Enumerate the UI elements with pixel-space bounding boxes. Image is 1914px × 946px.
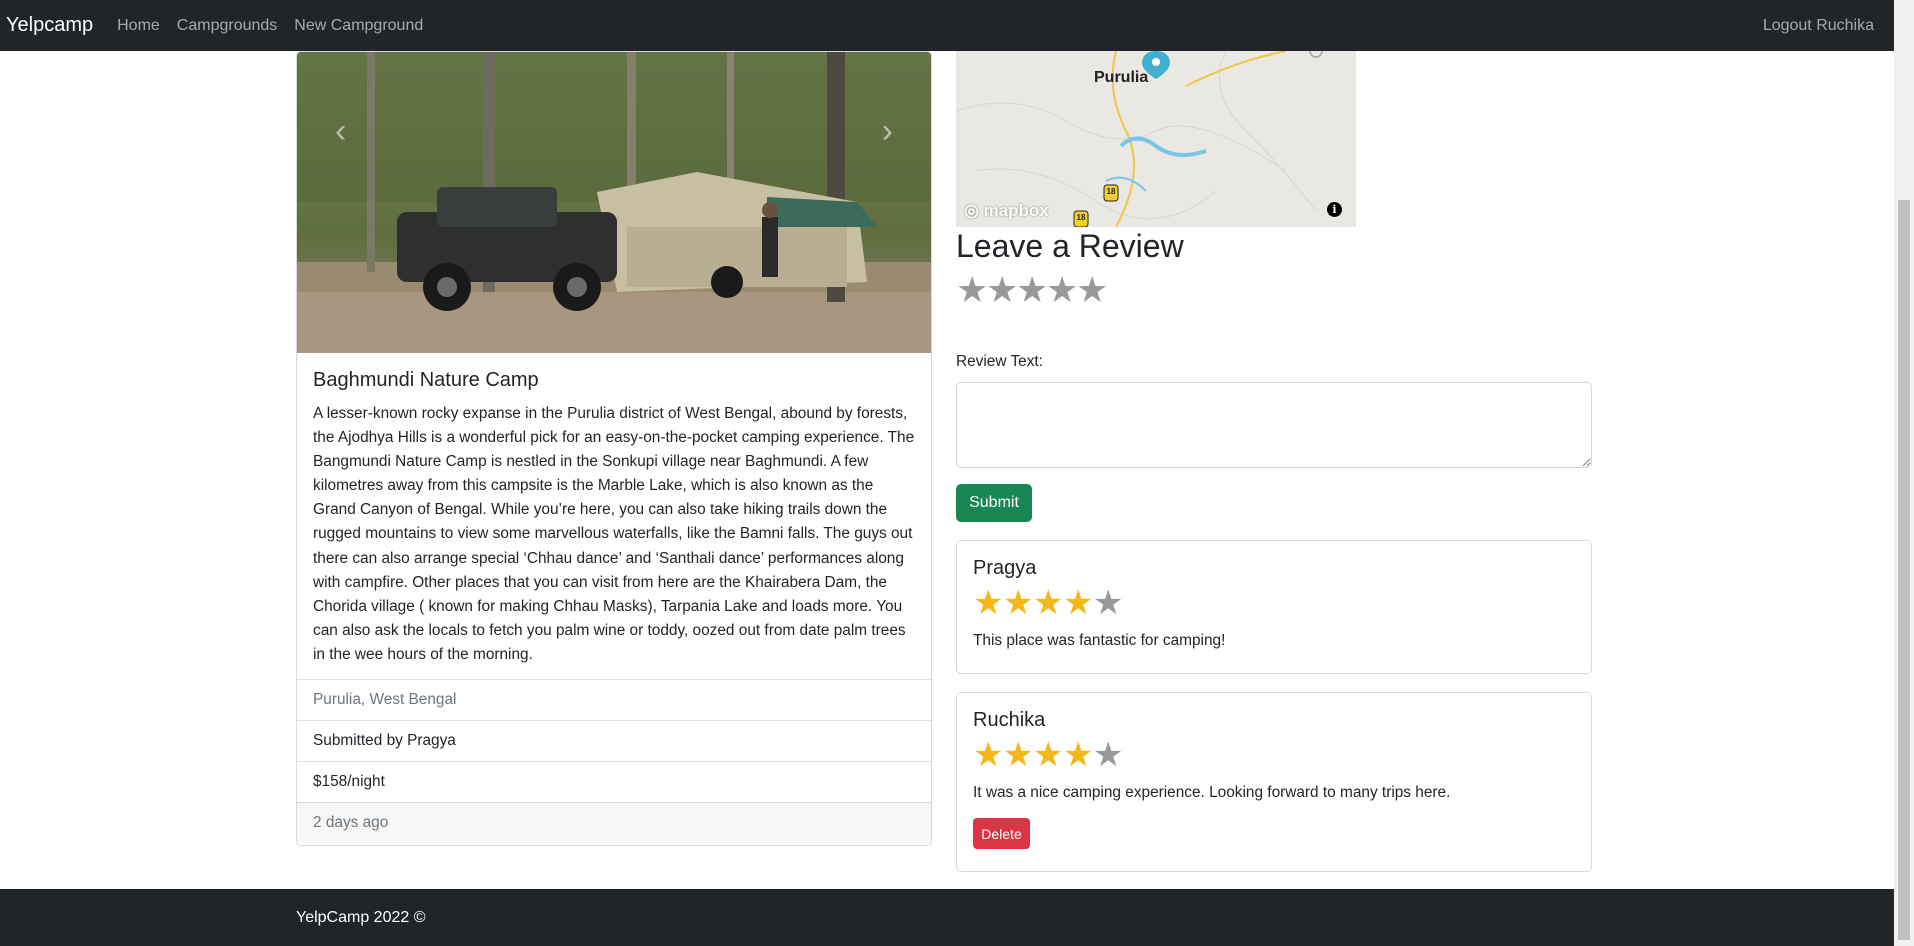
- star-3-icon[interactable]: ★: [1016, 270, 1048, 310]
- campground-card: ‹ › Baghmundi Nature Camp A lesser-known…: [296, 51, 932, 846]
- submit-button[interactable]: Submit: [956, 484, 1032, 522]
- review-author: Ruchika: [973, 709, 1046, 731]
- star-empty-icon: ★: [1093, 584, 1124, 622]
- carousel-next-icon[interactable]: ›: [882, 112, 893, 151]
- brand-link[interactable]: Yelpcamp: [6, 14, 93, 37]
- star-empty-icon: ★: [1093, 736, 1124, 774]
- star-filled-icon: ★: [1033, 736, 1064, 774]
- review-text-label: Review Text:: [956, 353, 1043, 370]
- star-filled-icon: ★: [1003, 736, 1034, 774]
- delete-review-button[interactable]: Delete: [973, 818, 1030, 849]
- campground-image: [297, 52, 931, 353]
- footer: YelpCamp 2022 ©: [0, 889, 1894, 946]
- nav-link-campgrounds[interactable]: Campgrounds: [177, 17, 278, 35]
- review-text: It was a nice camping experience. Lookin…: [973, 784, 1451, 801]
- review-rating: ★ ★ ★ ★ ★: [973, 586, 1575, 620]
- nav-link-new-campground[interactable]: New Campground: [294, 17, 423, 35]
- mapbox-logo-text: mapbox: [983, 201, 1049, 220]
- star-4-icon[interactable]: ★: [1046, 270, 1078, 310]
- campground-price: $158/night: [297, 761, 931, 802]
- star-filled-icon: ★: [1063, 736, 1094, 774]
- campground-title: Baghmundi Nature Camp: [313, 369, 539, 391]
- map-city-label: Purulia: [1094, 69, 1149, 86]
- navbar: Yelpcamp Home Campgrounds New Campground…: [0, 0, 1894, 51]
- star-filled-icon: ★: [1063, 584, 1094, 622]
- road-shield-label: 18: [1106, 187, 1116, 196]
- image-carousel: ‹ ›: [297, 52, 931, 353]
- review-text: This place was fantastic for camping!: [973, 632, 1226, 649]
- campground-description: A lesser-known rocky expanse in the Puru…: [313, 405, 915, 663]
- star-filled-icon: ★: [1003, 584, 1034, 622]
- page: Yelpcamp Home Campgrounds New Campground…: [0, 0, 1914, 946]
- campground-submitted-by: Submitted by Pragya: [297, 720, 931, 761]
- star-rating-input[interactable]: ★ ★ ★ ★ ★: [956, 270, 1108, 310]
- star-filled-icon: ★: [973, 736, 1004, 774]
- road-shield-label: 18: [1076, 213, 1086, 222]
- review-card: Pragya ★ ★ ★ ★ ★ This place was fantasti…: [956, 540, 1592, 674]
- mapbox-logo[interactable]: ◎ mapbox: [964, 201, 1049, 221]
- map-info-icon[interactable]: i: [1327, 202, 1342, 217]
- nav-link-home[interactable]: Home: [117, 17, 160, 35]
- star-5-icon[interactable]: ★: [1076, 270, 1108, 310]
- star-2-icon[interactable]: ★: [986, 270, 1018, 310]
- review-heading: Leave a Review: [956, 228, 1184, 264]
- card-body: Baghmundi Nature Camp A lesser-known roc…: [297, 353, 931, 679]
- campground-posted-time: 2 days ago: [297, 802, 931, 844]
- review-text-input[interactable]: [956, 382, 1592, 468]
- logout-link[interactable]: Logout Ruchika: [1763, 17, 1874, 35]
- carousel-prev-icon[interactable]: ‹: [335, 112, 346, 151]
- footer-text: YelpCamp 2022 ©: [296, 908, 426, 926]
- scrollbar-thumb[interactable]: [1898, 200, 1910, 940]
- star-filled-icon: ★: [973, 584, 1004, 622]
- map[interactable]: Purulia 18 18 ◎ mapbox i: [956, 51, 1356, 227]
- review-card: Ruchika ★ ★ ★ ★ ★ It was a nice camping …: [956, 692, 1592, 872]
- campground-location: Purulia, West Bengal: [297, 679, 931, 720]
- star-filled-icon: ★: [1033, 584, 1064, 622]
- review-rating: ★ ★ ★ ★ ★: [973, 738, 1575, 772]
- star-1-icon[interactable]: ★: [956, 270, 988, 310]
- review-author: Pragya: [973, 557, 1037, 579]
- scrollbar[interactable]: [1894, 0, 1914, 946]
